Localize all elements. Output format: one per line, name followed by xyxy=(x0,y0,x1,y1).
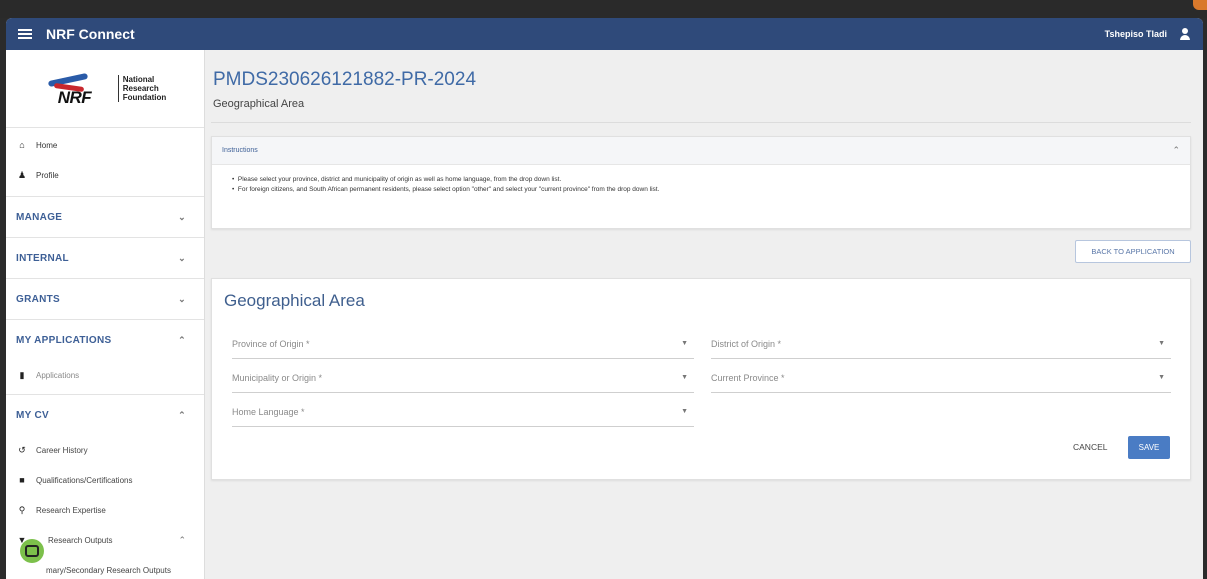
home-icon: ⌂ xyxy=(19,140,25,150)
instructions-title: Instructions xyxy=(222,147,258,154)
dropdown-arrow-icon: ▼ xyxy=(681,408,688,415)
chevron-down-icon: ⌄ xyxy=(178,293,186,304)
app-bar: NRF Connect Tshepiso Tladi xyxy=(6,18,1203,50)
sidebar-item-label: Career History xyxy=(36,445,88,455)
document-icon: ▮ xyxy=(19,369,25,380)
dropdown-arrow-icon: ▼ xyxy=(681,374,688,381)
section-label: MY CV xyxy=(16,409,49,421)
sidebar-item-applications[interactable]: ▮ Applications xyxy=(6,360,204,390)
page-title: PMDS230626121882-PR-2024 xyxy=(213,69,477,90)
logo-mark-text: NRF xyxy=(57,87,92,107)
user-name: Tshepiso Tladi xyxy=(1104,29,1167,39)
field-label: Municipality or Origin * xyxy=(232,372,323,383)
current-province-select[interactable]: Current Province * ▼ xyxy=(711,363,1171,393)
nrf-logo: NRF National Research Foundation xyxy=(44,71,167,107)
logo-line-1: National xyxy=(122,75,155,84)
chevron-down-icon: ⌄ xyxy=(178,211,186,222)
sidebar-section-manage[interactable]: MANAGE ⌄ xyxy=(6,196,204,237)
app-window: NRF Connect Tshepiso Tladi NRF National … xyxy=(6,18,1203,579)
sidebar-item-label: Research Expertise xyxy=(36,505,106,515)
divider xyxy=(211,122,1191,123)
form-title: Geographical Area xyxy=(224,291,365,310)
window-corner xyxy=(1193,0,1207,10)
sidebar-item-label: mary/Secondary Research Outputs xyxy=(46,565,171,575)
logo-line-3: Foundation xyxy=(122,93,167,102)
home-language-select[interactable]: Home Language * ▼ xyxy=(232,397,694,427)
sidebar-item-research-expertise[interactable]: ⚲ Research Expertise xyxy=(6,495,204,525)
dropdown-arrow-icon: ▼ xyxy=(1158,340,1165,347)
instruction-line: • Please select your province, district … xyxy=(232,176,562,183)
main-content: PMDS230626121882-PR-2024 Geographical Ar… xyxy=(211,50,1197,579)
instructions-header[interactable]: Instructions ⌃ xyxy=(212,137,1190,165)
district-of-origin-select[interactable]: District of Origin * ▼ xyxy=(711,329,1171,359)
chevron-up-icon: ⌃ xyxy=(178,334,186,345)
sidebar-item-label: Profile xyxy=(36,170,59,180)
sidebar-section-grants[interactable]: GRANTS ⌄ xyxy=(6,278,204,319)
chat-icon[interactable] xyxy=(20,539,44,563)
section-label: INTERNAL xyxy=(16,252,69,264)
province-of-origin-select[interactable]: Province of Origin * ▼ xyxy=(232,329,694,359)
sidebar-section-my-cv[interactable]: MY CV ⌃ xyxy=(6,394,204,435)
dropdown-arrow-icon: ▼ xyxy=(1158,374,1165,381)
section-label: MY APPLICATIONS xyxy=(16,334,112,346)
dropdown-arrow-icon: ▼ xyxy=(681,340,688,347)
page-subtitle: Geographical Area xyxy=(213,98,305,110)
sidebar: NRF National Research Foundation ⌂ Home … xyxy=(6,50,205,579)
section-label: MANAGE xyxy=(16,211,63,223)
field-label: Province of Origin * xyxy=(232,338,310,349)
user-icon: ♟ xyxy=(17,169,27,180)
back-to-application-button[interactable]: BACK TO APPLICATION xyxy=(1075,240,1191,263)
field-label: Home Language * xyxy=(232,406,305,417)
sidebar-section-internal[interactable]: INTERNAL ⌄ xyxy=(6,237,204,278)
sidebar-item-label: Research Outputs xyxy=(48,535,113,545)
logo-area: NRF National Research Foundation xyxy=(6,50,204,128)
chevron-up-icon: ⌃ xyxy=(178,409,186,420)
instructions-body: • Please select your province, district … xyxy=(212,165,1190,195)
logo-line-2: Research xyxy=(122,84,159,93)
sidebar-item-profile[interactable]: ♟ Profile xyxy=(6,160,204,190)
chevron-down-icon: ⌄ xyxy=(178,252,186,263)
browser-top-strip xyxy=(0,0,1207,18)
chevron-up-icon: ⌃ xyxy=(178,534,186,545)
field-label: District of Origin * xyxy=(711,338,782,349)
municipality-of-origin-select[interactable]: Municipality or Origin * ▼ xyxy=(232,363,694,393)
sidebar-section-my-applications[interactable]: MY APPLICATIONS ⌃ xyxy=(6,319,204,360)
sidebar-item-home[interactable]: ⌂ Home xyxy=(6,130,204,160)
sidebar-item-label: Home xyxy=(36,140,58,150)
save-button[interactable]: SAVE xyxy=(1128,436,1170,459)
account-icon[interactable] xyxy=(1179,28,1191,40)
nrf-logo-mark: NRF xyxy=(44,71,114,107)
logo-text: National Research Foundation xyxy=(117,75,167,102)
history-icon: ↺ xyxy=(18,444,26,455)
search-icon: ⚲ xyxy=(18,504,26,515)
sidebar-item-label: Applications xyxy=(36,370,80,380)
field-label: Current Province * xyxy=(711,372,785,383)
sidebar-item-career-history[interactable]: ↺ Career History xyxy=(6,435,204,465)
graduation-icon: ■ xyxy=(19,475,25,485)
section-label: GRANTS xyxy=(16,293,61,305)
app-title: NRF Connect xyxy=(46,26,135,42)
cancel-button[interactable]: CANCEL xyxy=(1067,438,1113,456)
geographical-area-form: Geographical Area Province of Origin * ▼… xyxy=(211,278,1191,480)
sidebar-item-qualifications[interactable]: ■ Qualifications/Certifications xyxy=(6,465,204,495)
instruction-line: • For foreign citizens, and South Africa… xyxy=(232,186,660,193)
user-menu[interactable]: Tshepiso Tladi xyxy=(1105,28,1191,40)
hamburger-menu-icon[interactable] xyxy=(18,29,32,39)
sidebar-item-label: Qualifications/Certifications xyxy=(36,475,133,485)
chevron-up-icon[interactable]: ⌃ xyxy=(1172,145,1180,156)
instructions-panel: Instructions ⌃ • Please select your prov… xyxy=(211,136,1191,229)
